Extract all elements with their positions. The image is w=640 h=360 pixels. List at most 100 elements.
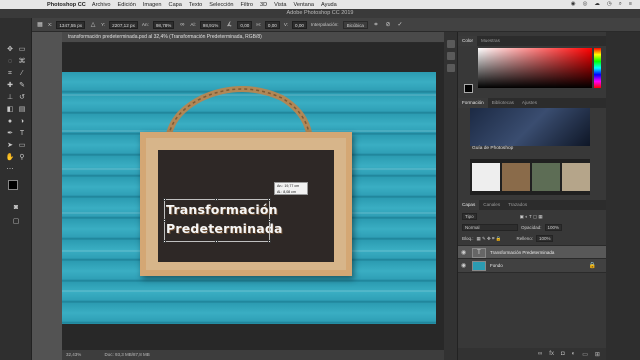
quick-mask-icon[interactable]: ◙ bbox=[10, 202, 22, 213]
blend-mode-select[interactable]: Normal bbox=[462, 224, 518, 231]
learn-thumbnails-strip[interactable] bbox=[470, 159, 590, 195]
tab-color[interactable]: Color bbox=[458, 36, 477, 46]
lock-icons[interactable]: ▦ ✎ ✥ ⌗ 🔒 bbox=[477, 233, 502, 244]
dodge-tool-icon[interactable]: ◑ bbox=[16, 116, 28, 127]
reference-point-icon[interactable]: ▦ bbox=[36, 21, 44, 29]
fx-icon[interactable]: fx bbox=[549, 351, 554, 357]
menu-vista[interactable]: Vista bbox=[274, 2, 286, 8]
cancel-icon[interactable]: ⊘ bbox=[384, 21, 392, 29]
width-field[interactable]: 98,78% bbox=[152, 20, 175, 29]
clock-icon[interactable]: ◷ bbox=[607, 1, 612, 8]
learn-thumb[interactable] bbox=[532, 163, 560, 191]
brush-tool-icon[interactable]: ✎ bbox=[16, 80, 28, 91]
foreground-color-swatch[interactable] bbox=[8, 180, 18, 190]
tab-capas[interactable]: Capas bbox=[458, 200, 480, 210]
tab-muestras[interactable]: Muestras bbox=[477, 36, 504, 46]
handle-top-left[interactable] bbox=[163, 198, 166, 201]
menu-ventana[interactable]: Ventana bbox=[293, 2, 314, 8]
hue-slider[interactable] bbox=[594, 48, 601, 88]
handle-top-right[interactable] bbox=[268, 198, 271, 201]
handle-bottom-left[interactable] bbox=[163, 240, 166, 243]
search-icon[interactable]: ⌕ bbox=[619, 1, 622, 8]
commit-check-icon[interactable]: ✓ bbox=[396, 21, 404, 29]
history-brush-icon[interactable]: ↺ bbox=[16, 92, 28, 103]
type-tool-icon[interactable]: T bbox=[16, 128, 28, 139]
menu-seleccion[interactable]: Selección bbox=[209, 2, 233, 8]
tab-formacion[interactable]: Formación bbox=[458, 98, 488, 108]
menu-texto[interactable]: Texto bbox=[189, 2, 202, 8]
menu-imagen[interactable]: Imagen bbox=[143, 2, 162, 8]
artboard-tool-icon[interactable]: ▭ bbox=[16, 44, 28, 55]
menu-app-name[interactable]: Photoshop CC bbox=[47, 2, 86, 8]
handle-bottom[interactable] bbox=[215, 240, 218, 243]
document-tab[interactable]: transformación predeterminada.psd al 32,… bbox=[62, 32, 444, 43]
layer-kind-select[interactable]: Tipo bbox=[462, 213, 477, 220]
tab-trazados[interactable]: Trazados bbox=[504, 200, 531, 210]
handle-left[interactable] bbox=[163, 219, 166, 222]
gradient-icon[interactable]: ▤ bbox=[16, 104, 28, 115]
y-field[interactable]: 2207,12 px bbox=[109, 20, 138, 29]
learn-thumb[interactable] bbox=[502, 163, 530, 191]
zoom-level[interactable]: 32,43% bbox=[66, 352, 81, 357]
tab-canales[interactable]: Canales bbox=[479, 200, 504, 210]
mask-icon[interactable]: ◘ bbox=[561, 351, 565, 357]
blur-tool-icon[interactable]: ● bbox=[4, 116, 16, 127]
menu-3d[interactable]: 3D bbox=[260, 2, 267, 8]
eyedropper-icon[interactable]: ⁄ bbox=[16, 68, 28, 79]
path-select-icon[interactable]: ➤ bbox=[4, 140, 16, 151]
eraser-icon[interactable]: ◧ bbox=[4, 104, 16, 115]
menu-filtro[interactable]: Filtro bbox=[241, 2, 253, 8]
status-icon-1[interactable]: ◉ bbox=[571, 1, 576, 8]
layer-name[interactable]: Fondo bbox=[490, 259, 503, 273]
healing-brush-icon[interactable]: ✚ bbox=[4, 80, 16, 91]
panel-fg-color[interactable] bbox=[464, 84, 473, 93]
transform-bounding-box[interactable] bbox=[163, 198, 271, 243]
tab-bibliotecas[interactable]: Bibliotecas bbox=[488, 98, 518, 108]
group-icon[interactable]: ▭ bbox=[582, 351, 588, 358]
angle-field[interactable]: 0,00 bbox=[237, 20, 253, 29]
history-panel-icon[interactable] bbox=[447, 40, 455, 48]
color-picker-field[interactable] bbox=[478, 48, 592, 88]
learn-thumb[interactable] bbox=[562, 163, 590, 191]
menu-edicion[interactable]: Edición bbox=[118, 2, 136, 8]
panel-fg-bg-swatch[interactable] bbox=[464, 84, 477, 97]
status-icon-2[interactable]: ◎ bbox=[583, 1, 588, 8]
crop-tool-icon[interactable]: ⌗ bbox=[4, 68, 16, 79]
x-field[interactable]: 1347,55 px bbox=[56, 20, 86, 29]
handle-top[interactable] bbox=[215, 198, 218, 201]
menu-ayuda[interactable]: Ayuda bbox=[321, 2, 337, 8]
zoom-tool-icon[interactable]: ⚲ bbox=[16, 152, 28, 163]
screen-mode-icon[interactable]: ▢ bbox=[10, 216, 22, 227]
filter-icons[interactable]: ▣ ◐ T ▢ ▦ bbox=[520, 211, 543, 222]
delta-icon[interactable]: △ bbox=[89, 21, 97, 29]
move-tool-icon[interactable]: ✥ bbox=[4, 44, 16, 55]
cloud-icon[interactable]: ☁ bbox=[594, 1, 600, 8]
handle-bottom-right[interactable] bbox=[268, 240, 271, 243]
menu-list-icon[interactable]: ≡ bbox=[629, 1, 632, 8]
menu-capa[interactable]: Capa bbox=[169, 2, 182, 8]
interpolation-select[interactable]: Bicúbica bbox=[342, 20, 368, 29]
pen-tool-icon[interactable]: ✒ bbox=[4, 128, 16, 139]
handle-right[interactable] bbox=[268, 219, 271, 222]
adjustment-icon[interactable]: ◐ bbox=[572, 351, 576, 357]
tab-ajustes[interactable]: Ajustes bbox=[518, 98, 541, 108]
height-field[interactable]: 98,91% bbox=[199, 20, 222, 29]
document-canvas[interactable]: Transformación Predeterminada An.: 19,77… bbox=[62, 72, 436, 324]
skew-h-field[interactable]: 0,00 bbox=[264, 20, 280, 29]
visibility-eye-icon[interactable]: ◉ bbox=[461, 262, 469, 270]
skew-v-field[interactable]: 0,00 bbox=[292, 20, 307, 29]
more-tools-icon[interactable]: ⋯ bbox=[4, 164, 16, 175]
new-layer-icon[interactable]: ⊞ bbox=[595, 351, 600, 358]
learn-label[interactable]: Guía de Photoshop bbox=[472, 146, 513, 151]
opacity-field[interactable]: 100% bbox=[544, 224, 563, 231]
hand-tool-icon[interactable]: ✋ bbox=[4, 152, 16, 163]
link-layers-icon[interactable]: ∞ bbox=[538, 351, 542, 357]
layer-name[interactable]: Transformación Predeterminada bbox=[490, 246, 554, 260]
layer-row-text[interactable]: ◉ T Transformación Predeterminada bbox=[458, 245, 606, 259]
layer-row-background[interactable]: ◉ Fondo 🔒 bbox=[458, 259, 606, 273]
lock-icon[interactable]: 🔒 bbox=[589, 262, 596, 269]
visibility-eye-icon[interactable]: ◉ bbox=[461, 249, 469, 257]
quick-select-icon[interactable]: ⌘ bbox=[16, 56, 28, 67]
lasso-tool-icon[interactable]: ◌ bbox=[4, 56, 16, 67]
fill-field[interactable]: 100% bbox=[535, 235, 554, 242]
